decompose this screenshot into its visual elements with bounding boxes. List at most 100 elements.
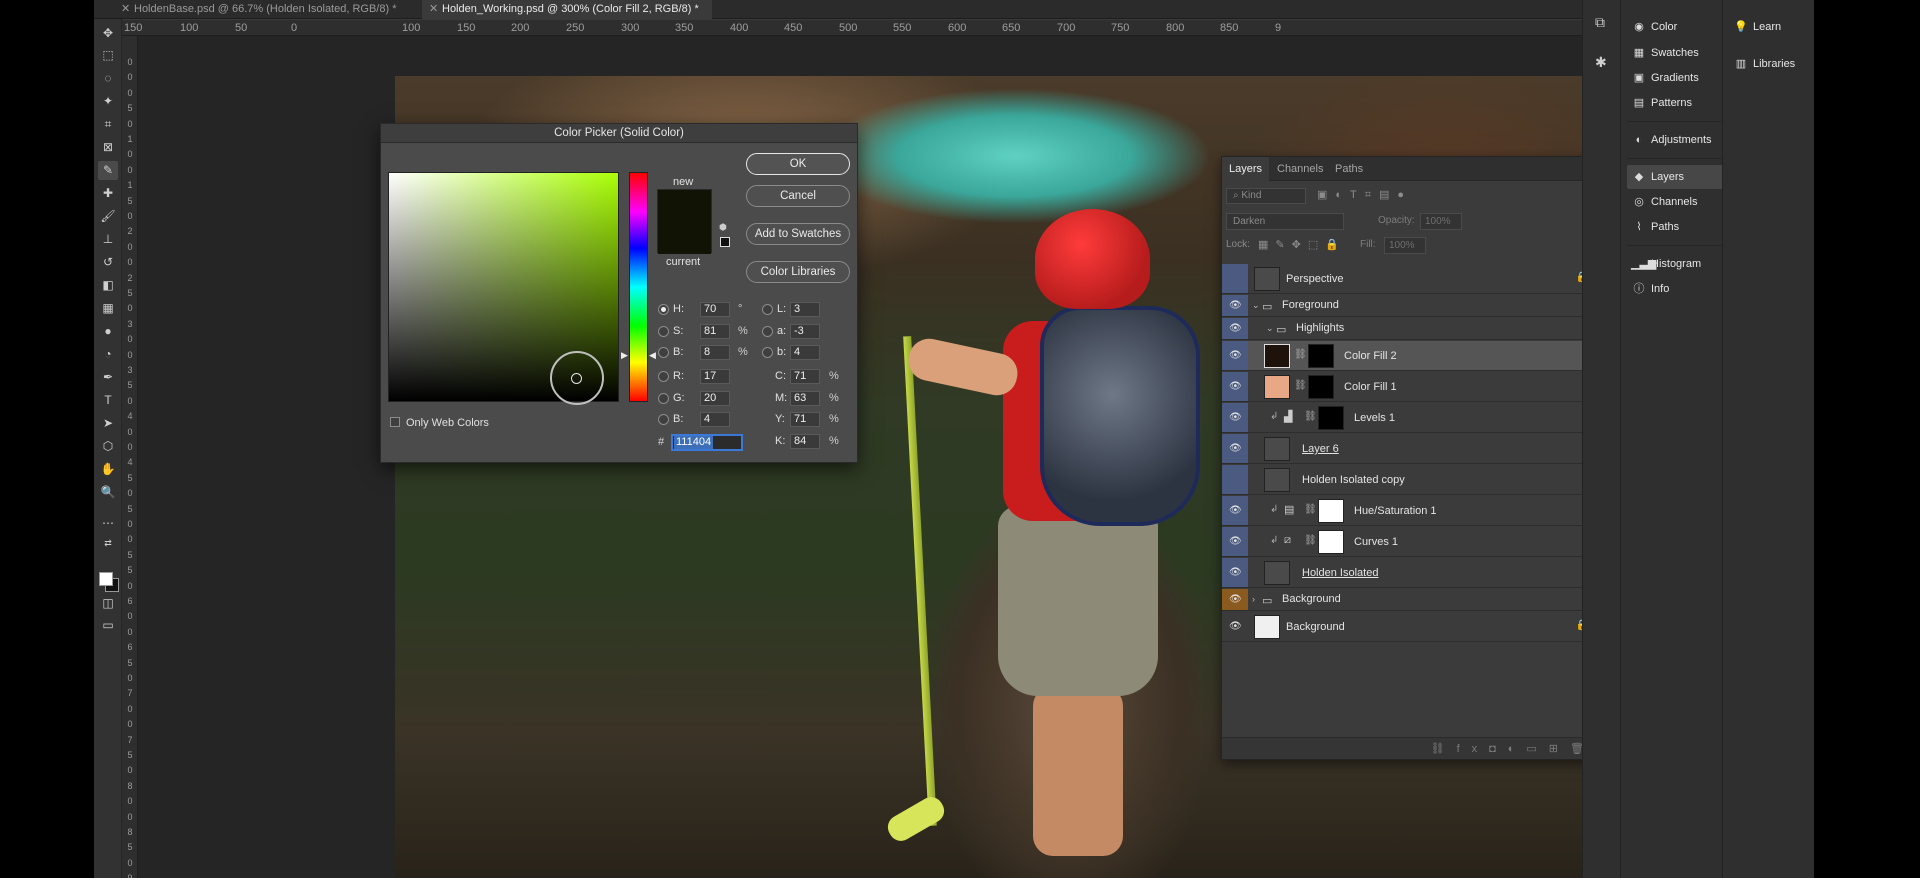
layer-row[interactable]: 👁 Background 🔒 xyxy=(1222,612,1606,642)
layer-row[interactable]: 👁 ⛓ Color Fill 1 xyxy=(1222,372,1606,402)
zoom-tool-icon[interactable]: 🔍 xyxy=(98,483,118,502)
layer-row-selected[interactable]: 👁 ⛓ Color Fill 2 xyxy=(1222,341,1606,371)
blue-input[interactable]: 4 xyxy=(700,412,730,427)
green-radio[interactable] xyxy=(658,393,669,404)
screen-mode-icon[interactable]: ▭ xyxy=(98,616,118,635)
lab-b-radio[interactable] xyxy=(762,347,773,358)
eraser-tool-icon[interactable]: ◧ xyxy=(98,276,118,295)
mask-thumbnail[interactable] xyxy=(1308,375,1334,399)
chevron-down-icon[interactable]: ⌄ xyxy=(1252,300,1260,311)
red-radio[interactable] xyxy=(658,371,669,382)
layer-visibility-toggle[interactable]: 👁 xyxy=(1222,496,1248,525)
dock-info[interactable]: ⓘ Info xyxy=(1627,277,1725,301)
dock-paths[interactable]: ⌇ Paths xyxy=(1627,215,1725,239)
dodge-tool-icon[interactable]: ◔ xyxy=(98,345,118,364)
yellow-input[interactable]: 71 xyxy=(790,412,820,427)
hand-tool-icon[interactable]: ✋ xyxy=(98,460,118,479)
tab-holden-working[interactable]: ✕ Holden_Working.psd @ 300% (Color Fill … xyxy=(422,0,712,19)
saturation-radio[interactable] xyxy=(658,326,669,337)
dialog-title[interactable]: Color Picker (Solid Color) xyxy=(381,124,857,143)
layer-thumbnail[interactable] xyxy=(1264,437,1290,461)
lab-a-radio[interactable] xyxy=(762,326,773,337)
shape-tool-icon[interactable]: ⬡ xyxy=(98,437,118,456)
dock-color[interactable]: ◉ Color xyxy=(1627,15,1725,39)
layer-row[interactable]: 👁 Holden Isolated xyxy=(1222,558,1606,588)
hue-saturation-icon[interactable]: ▤ xyxy=(1284,503,1294,516)
link-icon[interactable]: ⛓ xyxy=(1304,535,1317,546)
websafe-swatch-icon[interactable] xyxy=(720,237,730,247)
fill-input[interactable]: 100% xyxy=(1384,237,1426,254)
lab-l-radio[interactable] xyxy=(762,304,773,315)
layer-filter-select[interactable]: ⌕ Kind xyxy=(1226,188,1306,204)
link-icon[interactable]: ⛓ xyxy=(1304,504,1317,515)
history-brush-tool-icon[interactable]: ↺ xyxy=(98,253,118,272)
mask-thumbnail[interactable] xyxy=(1308,344,1334,368)
lock-options-icons[interactable]: ▦✎✥⬚🔒 xyxy=(1258,238,1346,251)
layer-visibility-toggle[interactable]: 👁 xyxy=(1222,434,1248,463)
crop-tool-icon[interactable]: ⌗ xyxy=(98,115,118,134)
layer-row[interactable]: Holden Isolated copy xyxy=(1222,465,1606,495)
path-select-tool-icon[interactable]: ➤ xyxy=(98,414,118,433)
healing-tool-icon[interactable]: ✚ xyxy=(98,184,118,203)
layer-group-row[interactable]: 👁 › ▭ Background xyxy=(1222,589,1606,611)
properties-icon[interactable]: ⧉ xyxy=(1595,14,1605,31)
marquee-tool-icon[interactable]: ⬚ xyxy=(98,46,118,65)
color-libraries-button[interactable]: Color Libraries xyxy=(746,261,850,283)
cube-icon[interactable]: ⬢ xyxy=(719,222,727,233)
tab-layers[interactable]: Layers xyxy=(1222,157,1270,181)
foreground-color-swatch[interactable] xyxy=(99,572,113,586)
layer-visibility-toggle[interactable]: 👁 xyxy=(1222,341,1248,370)
swap-colors-icon[interactable]: ⇄ xyxy=(98,534,118,553)
opacity-input[interactable]: 100% xyxy=(1420,213,1462,230)
move-tool-icon[interactable]: ✥ xyxy=(98,24,118,43)
chevron-down-icon[interactable]: ⌄ xyxy=(1266,323,1274,334)
layer-group-row[interactable]: 👁 ⌄ ▭ Highlights xyxy=(1222,318,1606,340)
layer-visibility-toggle[interactable]: 👁 xyxy=(1222,372,1248,401)
layer-row[interactable]: 👁 ↲ ▤ ⛓ Hue/Saturation 1 xyxy=(1222,496,1606,526)
eyedropper-tool-icon[interactable]: ✎ xyxy=(98,161,118,180)
brush-tool-icon[interactable]: 🖌 xyxy=(98,207,118,226)
layer-group-row[interactable]: 👁 ⌄ ▭ Foreground xyxy=(1222,295,1606,317)
dock-channels[interactable]: ◎ Channels xyxy=(1627,190,1725,214)
lab-b-input[interactable]: 4 xyxy=(790,345,820,360)
current-color-swatch[interactable] xyxy=(658,222,711,254)
fill-thumbnail[interactable] xyxy=(1264,375,1290,399)
frame-tool-icon[interactable]: ⊠ xyxy=(98,138,118,157)
layer-visibility-toggle[interactable]: 👁 xyxy=(1222,612,1248,641)
layer-visibility-toggle[interactable]: 👁 xyxy=(1222,318,1248,339)
add-to-swatches-button[interactable]: Add to Swatches xyxy=(746,223,850,245)
dock-histogram[interactable]: ▁▃▆ Histogram xyxy=(1627,252,1725,276)
only-web-colors-checkbox[interactable] xyxy=(390,417,400,427)
link-icon[interactable]: ⛓ xyxy=(1294,349,1307,360)
layer-visibility-toggle[interactable] xyxy=(1222,264,1248,293)
stamp-tool-icon[interactable]: ⊥ xyxy=(98,230,118,249)
dock-swatches[interactable]: ▦ Swatches xyxy=(1627,41,1725,65)
magenta-input[interactable]: 63 xyxy=(790,391,820,406)
quick-mask-icon[interactable]: ◫ xyxy=(98,594,118,613)
layer-row[interactable]: Perspective 🔒 xyxy=(1222,264,1606,294)
only-web-colors-option[interactable]: Only Web Colors xyxy=(390,417,489,429)
layer-row[interactable]: 👁 Layer 6 xyxy=(1222,434,1606,464)
blue-radio[interactable] xyxy=(658,414,669,425)
black-input[interactable]: 84 xyxy=(790,434,820,449)
close-tab-icon[interactable]: ✕ xyxy=(121,0,130,18)
hue-input[interactable]: 70 xyxy=(700,302,730,317)
layer-visibility-toggle[interactable]: 👁 xyxy=(1222,558,1248,587)
layer-visibility-toggle[interactable]: 👁 xyxy=(1222,527,1248,556)
close-tab-icon[interactable]: ✕ xyxy=(429,0,438,18)
tab-channels[interactable]: Channels xyxy=(1270,157,1330,181)
hue-slider-left-arrow-icon[interactable]: ▶ xyxy=(621,350,628,361)
tab-holdenbase[interactable]: ✕ HoldenBase.psd @ 66.7% (Holden Isolate… xyxy=(114,0,399,19)
gradient-tool-icon[interactable]: ▦ xyxy=(98,299,118,318)
link-icon[interactable]: ⛓ xyxy=(1294,380,1307,391)
lab-l-input[interactable]: 3 xyxy=(790,302,820,317)
magic-wand-tool-icon[interactable]: ✦ xyxy=(98,92,118,111)
hue-slider[interactable] xyxy=(629,172,648,402)
type-tool-icon[interactable]: T xyxy=(98,391,118,410)
dock-libraries[interactable]: ▥ Libraries xyxy=(1729,52,1811,76)
ok-button[interactable]: OK xyxy=(746,153,850,175)
dock-patterns[interactable]: ▤ Patterns xyxy=(1627,91,1725,115)
pen-tool-icon[interactable]: ✒ xyxy=(98,368,118,387)
layer-visibility-toggle[interactable] xyxy=(1222,465,1248,494)
smart-object-thumbnail[interactable] xyxy=(1264,468,1290,492)
